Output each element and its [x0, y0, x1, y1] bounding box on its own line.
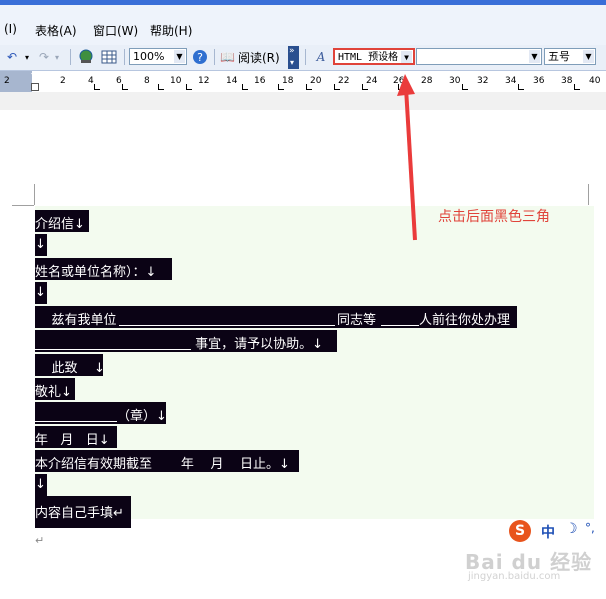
- separator: [124, 49, 125, 65]
- tab-stop-icon[interactable]: [306, 84, 312, 90]
- ruler-number: 38: [561, 76, 573, 86]
- tab-stop-icon[interactable]: [122, 84, 128, 90]
- watermark-url: jingyan.baidu.com: [468, 571, 561, 582]
- ruler-number: 2: [60, 76, 66, 86]
- chevron-down-icon[interactable]: ▼: [583, 50, 594, 63]
- chevron-down-icon[interactable]: ▼: [174, 50, 185, 63]
- line-text: ↓: [35, 237, 46, 252]
- read-mode-button[interactable]: 📖 阅读(R): [220, 48, 284, 66]
- undo-dropdown-icon[interactable]: ▾: [22, 48, 32, 66]
- read-mode-label: 阅读(R): [237, 50, 280, 65]
- ruler-number: 34: [505, 76, 517, 86]
- line-text: 敬礼↓: [35, 385, 72, 400]
- ruler-number: 14: [226, 76, 238, 86]
- style-dropdown-arrow-icon[interactable]: ▼: [401, 51, 412, 63]
- ime-language-toggle[interactable]: 中: [541, 522, 555, 542]
- left-indent-icon[interactable]: [31, 83, 39, 91]
- menu-window[interactable]: 窗口(W): [93, 22, 138, 39]
- redo-icon[interactable]: ↷: [36, 48, 52, 66]
- toolbar-overflow-button[interactable]: » ▾: [288, 46, 299, 69]
- tab-stop-icon[interactable]: [278, 84, 284, 90]
- line-text: 兹有我单位: [35, 313, 117, 328]
- style-combo[interactable]: HTML 预设格 ▼: [333, 48, 415, 65]
- chevron-down-icon[interactable]: ▼: [529, 50, 540, 63]
- tab-stop-icon[interactable]: [158, 84, 164, 90]
- tab-stop-icon[interactable]: [462, 84, 468, 90]
- punctuation-toggle[interactable]: °,: [585, 521, 595, 535]
- ruler-number: 36: [533, 76, 545, 86]
- moon-icon[interactable]: ☽: [565, 521, 578, 537]
- line-text: 内容自己手填↵: [35, 506, 124, 521]
- tab-stop-icon[interactable]: [186, 84, 192, 90]
- hyperlink-icon[interactable]: [77, 48, 95, 66]
- tab-stop-icon[interactable]: [334, 84, 340, 90]
- line-text: 此致 ↓: [35, 361, 105, 376]
- help-icon[interactable]: ?: [191, 48, 209, 66]
- ruler-number: 2: [4, 76, 10, 86]
- redo-dropdown-icon[interactable]: ▾: [52, 48, 62, 66]
- styles-formatting-icon[interactable]: A: [312, 48, 330, 66]
- ruler-number: 4: [88, 76, 94, 86]
- ruler-number: 16: [254, 76, 266, 86]
- corner-mark: [34, 184, 35, 205]
- menu-insert[interactable]: (I): [4, 22, 17, 36]
- line-text: 姓名或单位名称）：↓: [35, 265, 157, 280]
- menu-bar: (I) 表格(A) 窗口(W) 帮助(H): [0, 5, 606, 46]
- paragraph-mark: ↵: [35, 534, 45, 547]
- ruler-number: 10: [170, 76, 182, 86]
- ruler-number: 8: [144, 76, 150, 86]
- zoom-value: 100%: [133, 50, 165, 63]
- line-text: （章）↓: [117, 409, 167, 424]
- toolbar: ↶ ▾ ↷ ▾ 100% ▼ ? 📖 阅读(R) » ▾ A HTML 预设格 …: [0, 45, 606, 71]
- line-text: ↓: [35, 285, 46, 300]
- chevron-down-icon: ▾: [290, 58, 295, 67]
- first-line-indent-icon[interactable]: [31, 73, 39, 79]
- corner-mark: [12, 205, 34, 206]
- ruler-number: 30: [449, 76, 461, 86]
- sogou-logo-icon[interactable]: S: [509, 520, 531, 542]
- chevron-right-icon: »: [289, 46, 295, 56]
- tab-stop-icon[interactable]: [518, 84, 524, 90]
- tab-stop-icon[interactable]: [362, 84, 368, 90]
- page-gap: [0, 92, 606, 110]
- blank-underline: [35, 349, 191, 350]
- font-size-value: 五号: [548, 50, 570, 63]
- book-icon: 📖: [220, 50, 235, 64]
- blank-underline: [35, 421, 117, 422]
- ime-toolbar[interactable]: S 中 ☽ °,: [507, 518, 605, 544]
- style-value: HTML 预设格: [338, 52, 399, 63]
- table-icon[interactable]: [100, 48, 118, 66]
- blank-underline: [381, 325, 419, 326]
- line-text: 介绍信↓: [35, 217, 85, 232]
- menu-table[interactable]: 表格(A): [35, 22, 77, 39]
- zoom-combo[interactable]: 100% ▼: [129, 48, 187, 65]
- ruler-number: 12: [198, 76, 210, 86]
- undo-icon[interactable]: ↶: [4, 48, 20, 66]
- blank-underline: [119, 325, 335, 326]
- separator: [70, 49, 71, 65]
- document-page[interactable]: [35, 206, 594, 519]
- line-text: 同志等: [337, 313, 377, 328]
- tab-stop-icon[interactable]: [574, 84, 580, 90]
- ruler-number: 32: [477, 76, 489, 86]
- line-text: 人前往你处办理: [419, 313, 511, 328]
- tab-stop-icon[interactable]: [94, 84, 100, 90]
- tab-stop-icon[interactable]: [242, 84, 248, 90]
- font-combo[interactable]: ▼: [416, 48, 542, 65]
- horizontal-ruler[interactable]: 2 2 4 6 8 10 12 14 16 18 20 22 24 26 28 …: [0, 71, 606, 93]
- annotation-text: 点击后面黑色三角: [438, 209, 550, 225]
- line-text: ↓: [35, 477, 46, 492]
- font-size-combo[interactable]: 五号 ▼: [544, 48, 596, 65]
- line-text: 本介绍信有效期截至 年 月 日止。↓: [35, 457, 290, 472]
- svg-text:?: ?: [197, 51, 203, 64]
- ruler-number: 40: [589, 76, 601, 86]
- line-text: 事宜，请予以协助。↓: [191, 337, 324, 352]
- menu-help[interactable]: 帮助(H): [150, 22, 192, 39]
- annotation-arrow: [397, 74, 417, 241]
- separator: [214, 49, 215, 65]
- ruler-number: 6: [116, 76, 122, 86]
- line-text: 年 月 日↓: [35, 433, 110, 448]
- separator: [305, 49, 306, 65]
- corner-mark: [588, 184, 589, 205]
